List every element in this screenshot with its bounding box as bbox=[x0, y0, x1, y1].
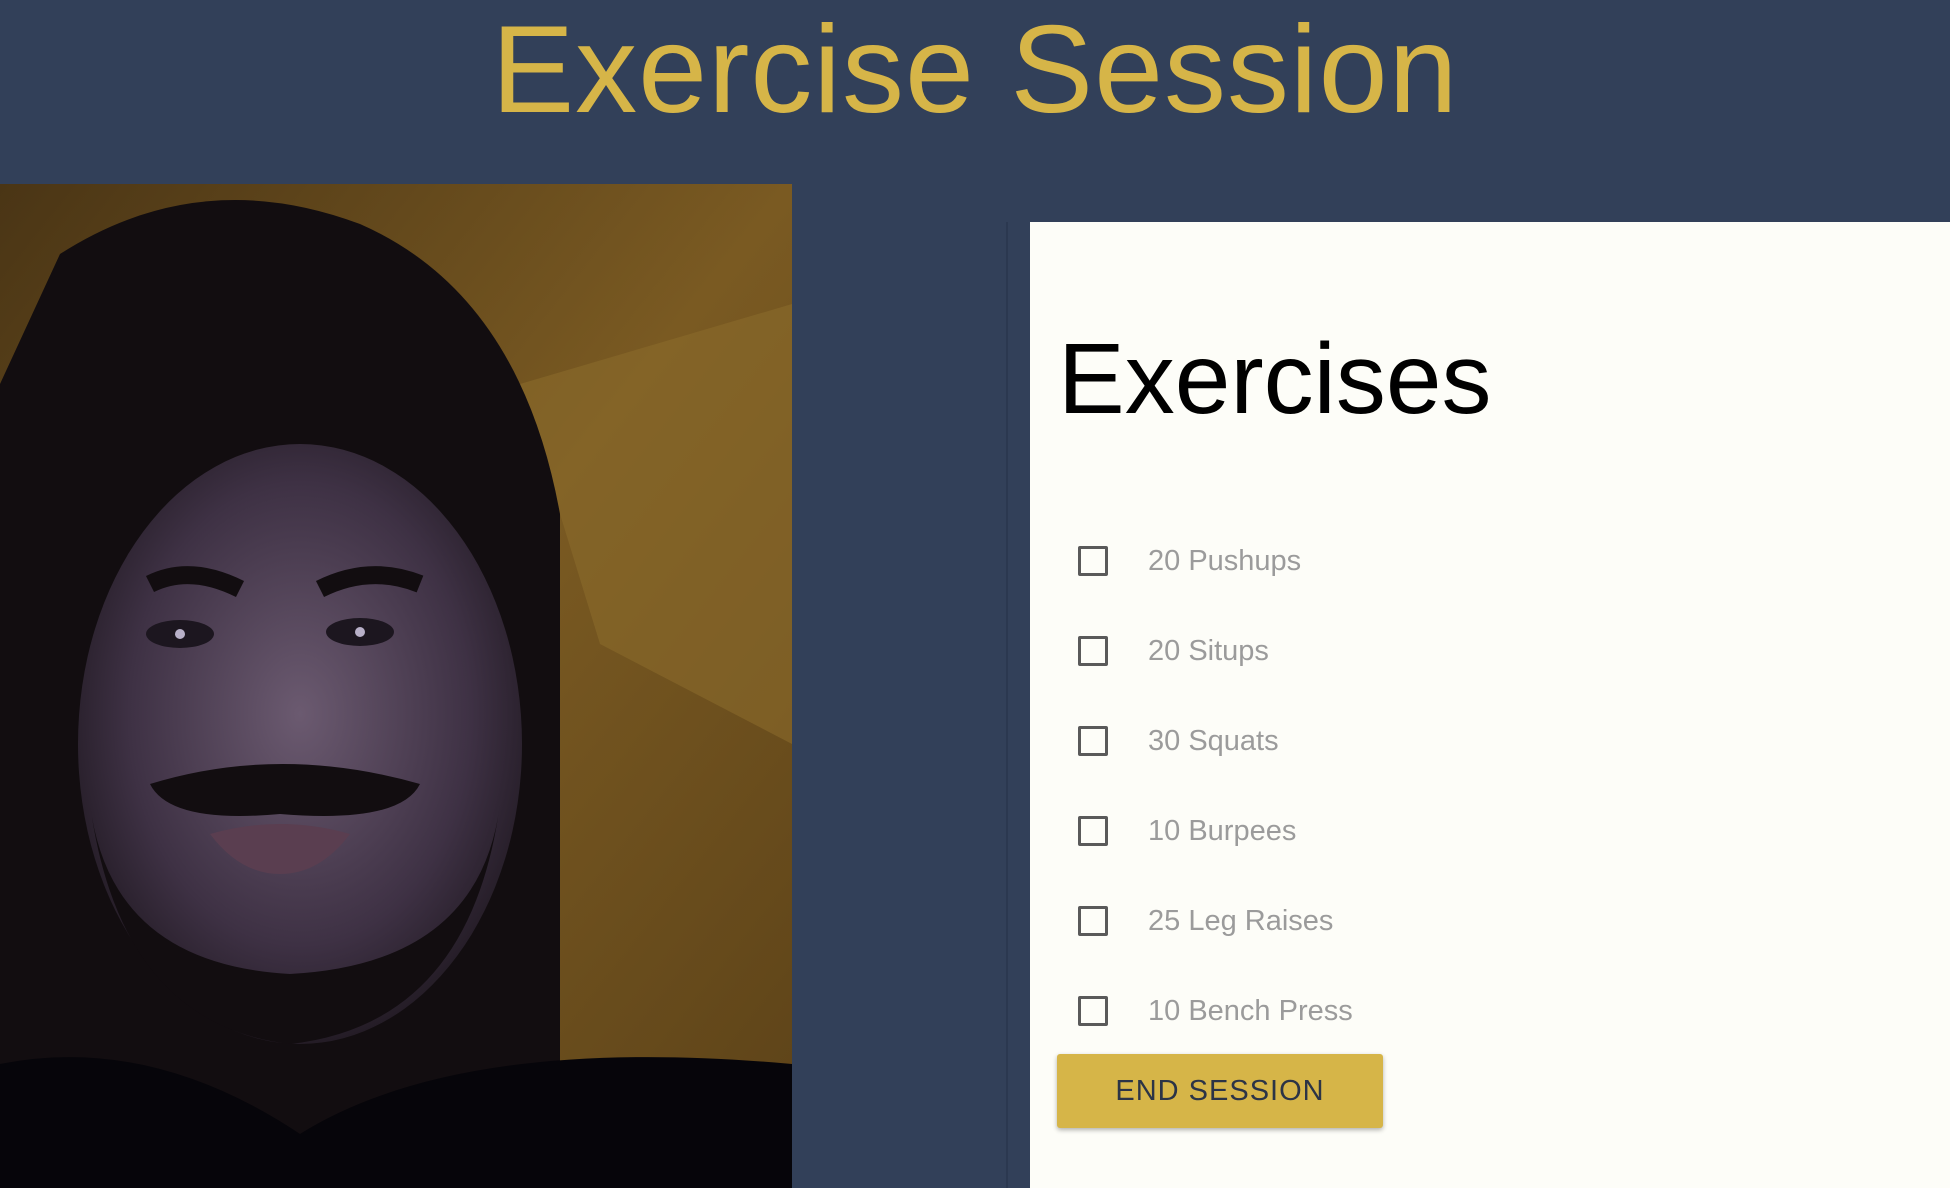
exercise-label: 10 Bench Press bbox=[1148, 994, 1353, 1027]
exercise-item-burpees: 10 Burpees bbox=[1078, 786, 1353, 876]
exercise-item-squats: 30 Squats bbox=[1078, 696, 1353, 786]
exercise-checkbox[interactable] bbox=[1078, 816, 1108, 846]
exercise-item-leg-raises: 25 Leg Raises bbox=[1078, 876, 1353, 966]
exercises-panel: Exercises 20 Pushups 20 Situps 30 Squats… bbox=[1030, 222, 1950, 1188]
exercise-label: 20 Situps bbox=[1148, 634, 1269, 667]
exercise-label: 10 Burpees bbox=[1148, 814, 1297, 847]
exercise-item-situps: 20 Situps bbox=[1078, 606, 1353, 696]
exercise-checkbox[interactable] bbox=[1078, 726, 1108, 756]
webcam-image bbox=[0, 184, 792, 1188]
exercise-checkbox[interactable] bbox=[1078, 546, 1108, 576]
panel-divider bbox=[1006, 222, 1008, 1188]
exercises-title: Exercises bbox=[1058, 323, 1492, 435]
exercise-label: 25 Leg Raises bbox=[1148, 904, 1334, 937]
webcam-video-feed bbox=[0, 184, 792, 1188]
page-title: Exercise Session bbox=[491, 1, 1459, 139]
exercise-label: 30 Squats bbox=[1148, 724, 1279, 757]
exercise-checkbox[interactable] bbox=[1078, 996, 1108, 1026]
exercise-checkbox[interactable] bbox=[1078, 636, 1108, 666]
exercise-label: 20 Pushups bbox=[1148, 544, 1302, 577]
end-session-button[interactable]: END SESSION bbox=[1057, 1054, 1383, 1128]
exercise-checkbox[interactable] bbox=[1078, 906, 1108, 936]
page: Exercise Session Exercises 20 Pushups 20… bbox=[0, 0, 1950, 1188]
exercise-list: 20 Pushups 20 Situps 30 Squats 10 Burpee… bbox=[1078, 516, 1353, 1056]
exercise-item-pushups: 20 Pushups bbox=[1078, 516, 1353, 606]
exercise-item-bench-press: 10 Bench Press bbox=[1078, 966, 1353, 1056]
